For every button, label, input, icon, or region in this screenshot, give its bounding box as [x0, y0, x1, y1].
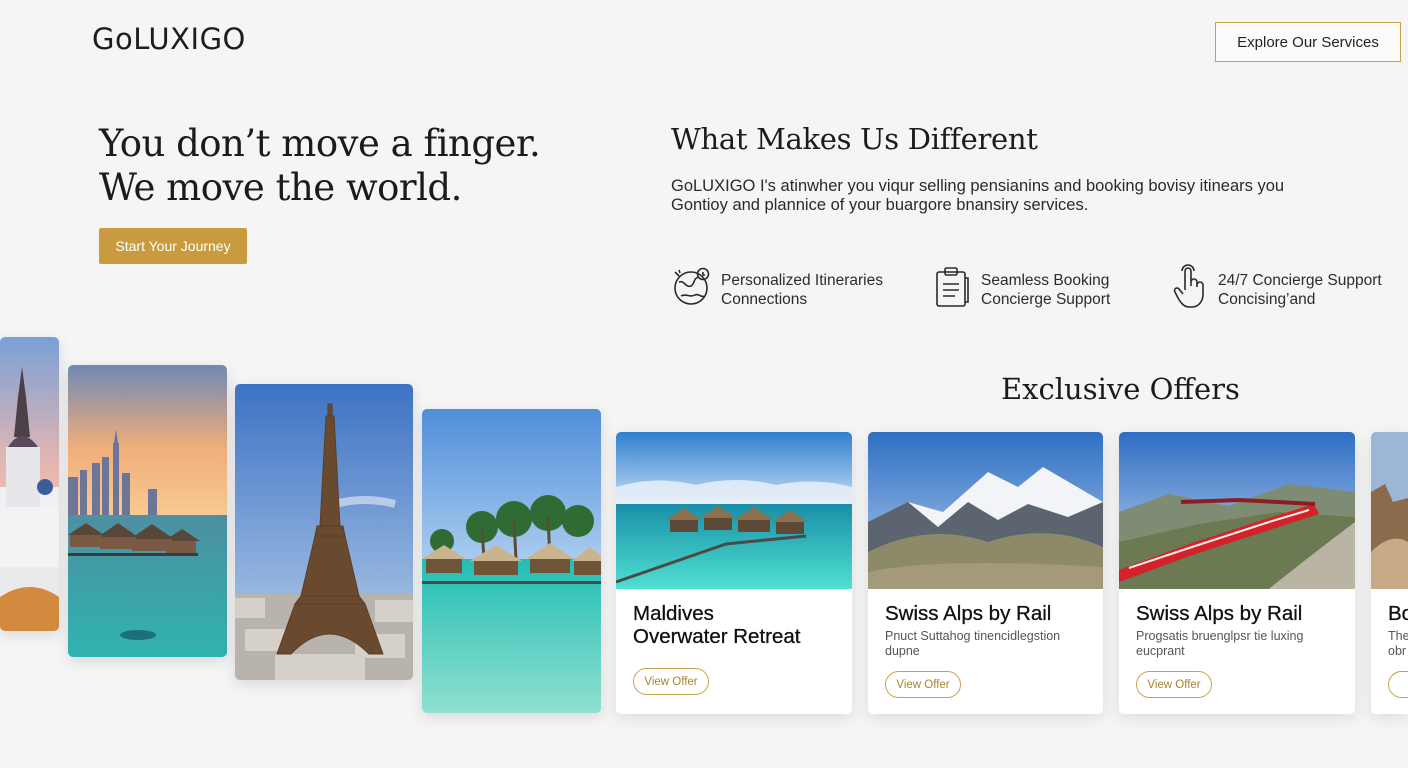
- offer-title-line-1: Swiss Alps by Rail: [885, 602, 1052, 625]
- clipboard-icon: [936, 267, 969, 307]
- hero-title-line-1: You don’t move a finger.: [99, 122, 541, 165]
- different-description-line-2: Gontioy and plannice of your buargore bn…: [671, 196, 1089, 214]
- gallery-photo-eiffel-tower[interactable]: [235, 384, 413, 680]
- offer-card-partial[interactable]: Bo The obr: [1371, 432, 1408, 714]
- different-title: What Makes Us Different: [671, 122, 1038, 156]
- hero-title: You don’t move a finger. We move the wor…: [99, 122, 541, 210]
- feature-text: Seamless Booking Concierge Support: [981, 271, 1110, 309]
- offer-description-line-2: obr: [1388, 644, 1407, 658]
- hero-title-line-2: We move the world.: [99, 166, 462, 209]
- offer-description: Pnuct Suttahog tinencidlegstion dupne: [885, 629, 1060, 659]
- hand-pointer-icon: [1173, 264, 1204, 308]
- start-journey-button[interactable]: Start Your Journey: [99, 228, 247, 264]
- offer-card-swiss-alps[interactable]: Swiss Alps by Rail Pnuct Suttahog tinenc…: [868, 432, 1103, 714]
- offer-title-line-2: Overwater Retreat: [633, 625, 801, 648]
- view-offer-button-partial[interactable]: [1388, 671, 1408, 698]
- explore-services-button[interactable]: Explore Our Services: [1215, 22, 1401, 62]
- gallery-photo-tropical-bungalows[interactable]: [422, 409, 601, 713]
- offer-title-line-1: Swiss Alps by Rail: [1136, 602, 1303, 625]
- different-description-line-1: GoLUXIGO I's atinwher you viqur selling …: [671, 177, 1285, 195]
- feature-sublabel: Connections: [721, 291, 808, 308]
- logo[interactable]: GoLUXIGO: [92, 22, 246, 56]
- feature-label: Personalized Itineraries: [721, 272, 883, 289]
- offer-title: Maldives Overwater Retreat: [633, 602, 801, 648]
- offer-description-line-2: dupne: [885, 644, 920, 658]
- offer-description-line-1: Progsatis bruenglpsr tie luxing: [1136, 629, 1304, 643]
- offer-description-line-1: Pnuct Suttahog tinencidlegstion: [885, 629, 1061, 643]
- view-offer-button[interactable]: View Offer: [633, 668, 709, 695]
- offer-card-maldives[interactable]: Maldives Overwater Retreat View Offer: [616, 432, 852, 714]
- feature-label: 24/7 Concierge Support: [1218, 272, 1382, 289]
- view-offer-button[interactable]: View Offer: [1136, 671, 1212, 698]
- offer-image-snowy-mountain: [868, 432, 1103, 589]
- offer-image-red-train: [1119, 432, 1355, 592]
- offer-image-maldives: [616, 432, 852, 589]
- exclusive-offers-title: Exclusive Offers: [1001, 372, 1240, 406]
- feature-sublabel: Concising’and: [1218, 291, 1316, 308]
- feature-seamless-booking: Seamless Booking Concierge Support: [933, 264, 1110, 310]
- offer-description: The obr: [1388, 629, 1408, 659]
- view-offer-button[interactable]: View Offer: [885, 671, 961, 698]
- feature-concierge-support: 24/7 Concierge Support Concising’and: [1172, 264, 1382, 310]
- offer-image-desert-rocks: [1371, 432, 1408, 589]
- gallery-photo-santorini[interactable]: [0, 337, 59, 631]
- feature-label: Seamless Booking: [981, 272, 1110, 289]
- feature-text: Personalized Itineraries Connections: [721, 271, 883, 309]
- offer-title: Bo: [1388, 602, 1408, 625]
- offer-description: Progsatis bruenglpsr tie luxing eucprant: [1136, 629, 1303, 659]
- gallery-photo-dubai[interactable]: [68, 365, 227, 657]
- offer-card-swiss-rail[interactable]: Swiss Alps by Rail Progsatis bruenglpsr …: [1119, 432, 1355, 714]
- offer-title: Swiss Alps by Rail: [885, 602, 1052, 625]
- offer-description-line-1: The: [1388, 629, 1408, 643]
- feature-personalized-itineraries: Personalized Itineraries Connections: [671, 264, 883, 309]
- feature-sublabel: Concierge Support: [981, 291, 1111, 308]
- offer-description-line-2: eucprant: [1136, 644, 1185, 658]
- offer-title-line-1: Maldives: [633, 602, 714, 625]
- feature-text: 24/7 Concierge Support Concising’and: [1218, 271, 1382, 309]
- different-description: GoLUXIGO I's atinwher you viqur selling …: [671, 177, 1311, 215]
- globe-icon: [674, 267, 710, 305]
- offer-title: Swiss Alps by Rail: [1136, 602, 1303, 625]
- offer-title-line-1: Bo: [1388, 602, 1408, 625]
